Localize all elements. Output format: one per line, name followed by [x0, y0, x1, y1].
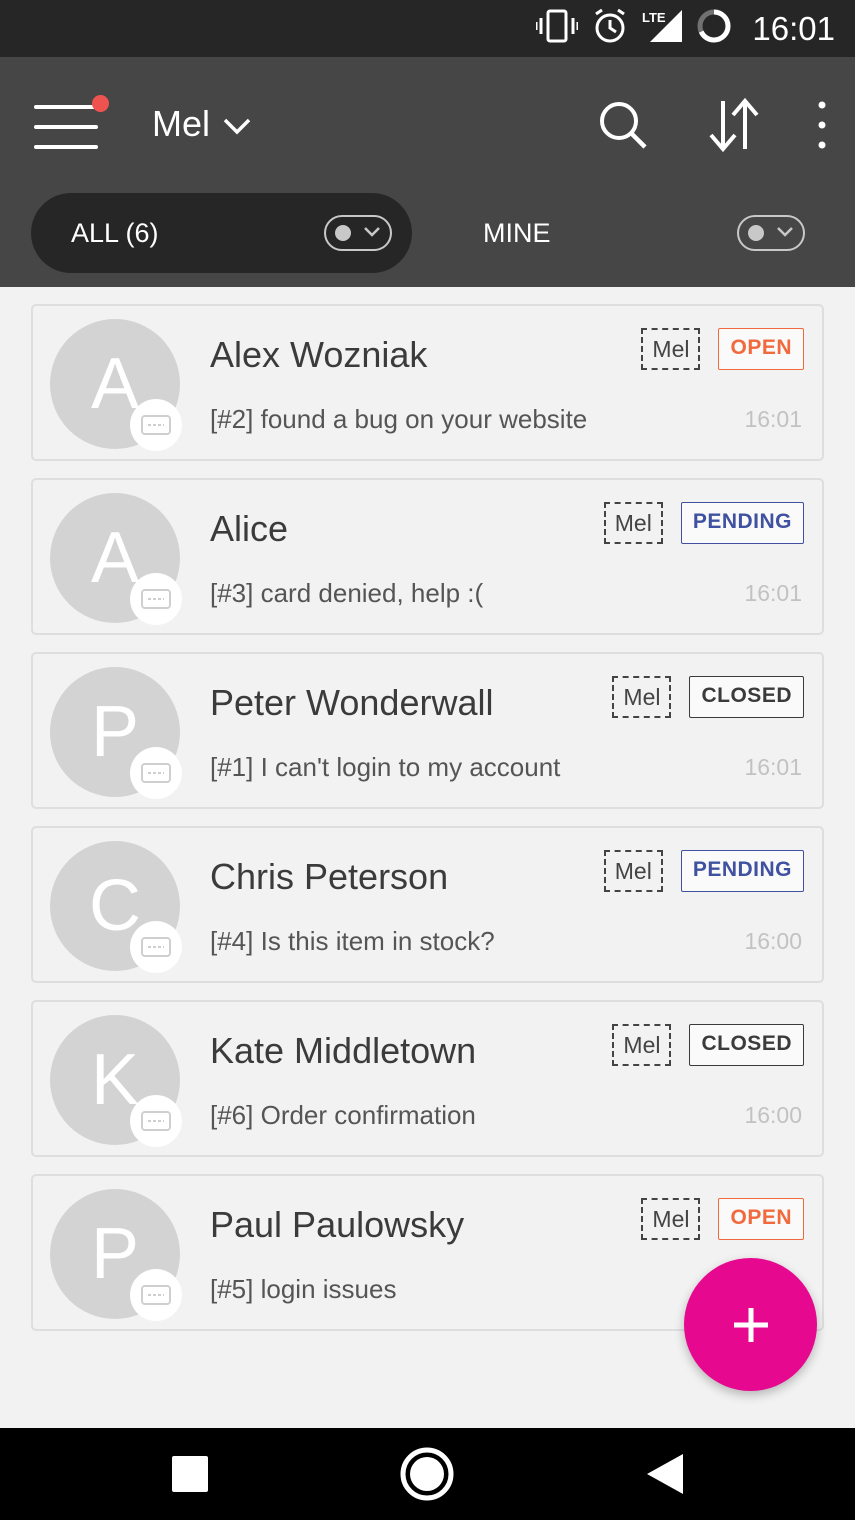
status-badge: OPEN — [718, 1198, 804, 1240]
svg-text:LTE: LTE — [642, 10, 666, 25]
contact-name: Paul Paulowsky — [210, 1204, 465, 1245]
ticket-time: 16:01 — [744, 580, 802, 606]
assignee-tag: Mel — [603, 850, 663, 892]
agent-selector[interactable]: Mel — [152, 99, 252, 149]
ticket-tags: Mel PENDING — [603, 850, 804, 892]
contact-name: Alex Wozniak — [210, 334, 428, 375]
ticket-time: 16:01 — [744, 754, 802, 780]
agent-name: Mel — [152, 103, 211, 144]
navigation-bar — [0, 1428, 855, 1520]
toggle-knob — [748, 225, 764, 241]
ticket-icon — [130, 399, 182, 451]
menu-icon — [34, 105, 98, 109]
ticket-time: 16:00 — [744, 928, 802, 954]
menu-icon-line — [34, 145, 98, 149]
contact-name: Alice — [210, 508, 289, 549]
alarm-icon — [592, 8, 628, 49]
filter-all-label: ALL (6) — [71, 218, 159, 248]
recents-button[interactable] — [150, 1428, 230, 1520]
ticket-card[interactable]: C Chris Peterson [#4] Is this item in st… — [31, 826, 824, 983]
ticket-icon — [130, 1269, 182, 1321]
chevron-down-icon — [364, 227, 380, 237]
more-options-button[interactable] — [810, 97, 834, 153]
assignee-tag: Mel — [612, 676, 672, 718]
ticket-subject: [#4] Is this item in stock? — [210, 926, 495, 956]
ticket-subject: [#2] found a bug on your website — [210, 404, 588, 434]
filter-all-tab[interactable]: ALL (6) — [31, 193, 412, 273]
contact-name: Kate Middletown — [210, 1030, 477, 1071]
ticket-card[interactable]: K Kate Middletown [#6] Order confirmatio… — [31, 1000, 824, 1157]
ticket-subject: [#5] login issues — [210, 1274, 397, 1304]
ticket-time: 16:00 — [744, 1102, 802, 1128]
ticket-tags: Mel CLOSED — [612, 676, 804, 718]
recents-square-icon — [172, 1456, 208, 1492]
status-bar: LTE 16:01 — [0, 0, 855, 57]
ticket-icon — [130, 921, 182, 973]
back-triangle-icon — [647, 1454, 683, 1494]
ticket-subject: [#6] Order confirmation — [210, 1100, 476, 1130]
status-badge: PENDING — [680, 502, 804, 544]
search-icon — [600, 102, 647, 149]
ticket-subject: [#3] card denied, help :( — [210, 578, 484, 608]
contact-name: Peter Wonderwall — [210, 682, 494, 723]
new-ticket-button[interactable] — [684, 1258, 817, 1391]
assignee-tag: Mel — [612, 1024, 672, 1066]
battery-icon — [696, 8, 732, 49]
search-button[interactable] — [597, 99, 649, 151]
status-badge: CLOSED — [689, 676, 804, 718]
status-badge: PENDING — [680, 850, 804, 892]
assignee-tag: Mel — [641, 328, 701, 370]
status-time: 16:01 — [752, 9, 835, 47]
status-badge: OPEN — [718, 328, 804, 370]
ticket-tags: Mel OPEN — [641, 1198, 804, 1240]
vibrate-icon — [534, 8, 580, 49]
chevron-down-icon — [222, 103, 252, 145]
notification-dot — [92, 95, 109, 112]
ticket-tags: Mel OPEN — [641, 328, 804, 370]
filter-mine-tab[interactable]: MINE — [483, 193, 551, 273]
status-badge: CLOSED — [689, 1024, 804, 1066]
ticket-time: 16:01 — [744, 406, 802, 432]
ticket-icon — [130, 1095, 182, 1147]
plus-icon — [733, 1307, 768, 1342]
ticket-list: A Alex Wozniak [#2] found a bug on your … — [31, 304, 824, 1348]
app-bar: Mel ALL (6) MINE — [0, 57, 855, 287]
home-button[interactable] — [387, 1428, 467, 1520]
home-circle-icon — [400, 1447, 454, 1501]
ticket-card[interactable]: P Peter Wonderwall [#1] I can't login to… — [31, 652, 824, 809]
ticket-card[interactable]: A Alice [#3] card denied, help :( 16:01 … — [31, 478, 824, 635]
menu-button[interactable] — [34, 95, 109, 151]
sort-icon — [709, 97, 759, 153]
back-button[interactable] — [625, 1428, 705, 1520]
ticket-subject: [#1] I can't login to my account — [210, 752, 561, 782]
filter-all-toggle[interactable] — [324, 215, 392, 251]
assignee-tag: Mel — [641, 1198, 701, 1240]
toggle-knob — [335, 225, 351, 241]
lte-signal-icon: LTE — [642, 8, 683, 49]
ticket-card[interactable]: A Alex Wozniak [#2] found a bug on your … — [31, 304, 824, 461]
ticket-icon — [130, 747, 182, 799]
assignee-tag: Mel — [603, 502, 663, 544]
more-options-icon — [818, 101, 826, 149]
contact-name: Chris Peterson — [210, 856, 449, 897]
menu-icon-line — [34, 125, 98, 129]
sort-button[interactable] — [705, 97, 763, 153]
ticket-tags: Mel PENDING — [603, 502, 804, 544]
ticket-tags: Mel CLOSED — [612, 1024, 804, 1066]
ticket-icon — [130, 573, 182, 625]
status-icons: LTE 16:01 — [534, 0, 835, 57]
chevron-down-icon — [777, 227, 793, 237]
filter-mine-toggle[interactable] — [737, 215, 805, 251]
